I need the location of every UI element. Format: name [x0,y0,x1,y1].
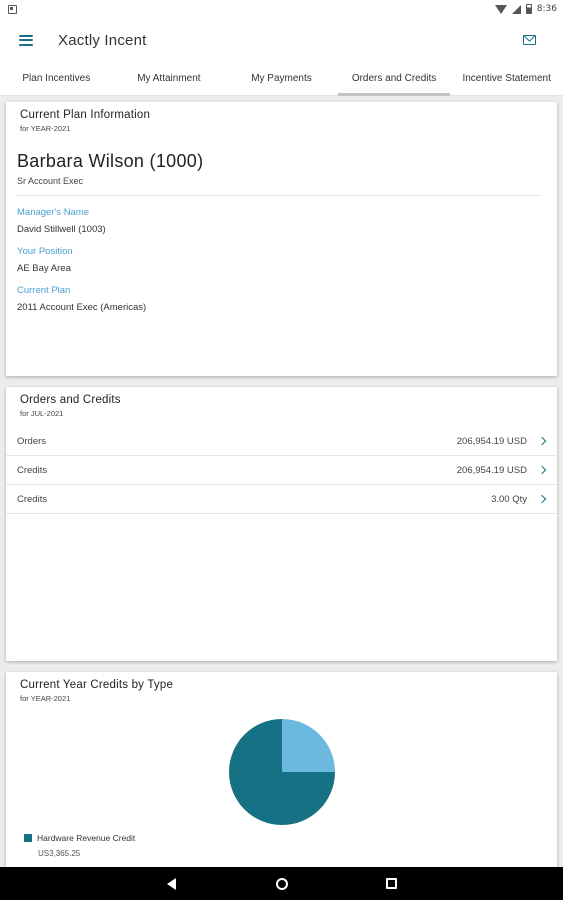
mail-button[interactable] [509,18,549,62]
chart-legend: Hardware Revenue Credit US3,365.25 [24,833,135,858]
list-item-credits-qty[interactable]: Credits 3.00 Qty [6,485,557,514]
tab-my-payments[interactable]: My Payments [225,62,338,95]
orders-list: Orders 206,954.19 USD Credits 206,954.19… [6,427,557,514]
row-label: Orders [17,435,47,447]
list-item-orders[interactable]: Orders 206,954.19 USD [6,427,557,456]
tab-my-attainment[interactable]: My Attainment [113,62,226,95]
system-nav-bar [0,867,563,900]
row-value: 3.00 Qty [491,493,527,505]
credits-by-type-card: Current Year Credits by Type for YEAR-20… [6,672,557,868]
mail-icon [522,35,536,45]
legend-value: US3,365.25 [38,849,81,858]
signal-icon [511,4,521,14]
legend-label: Hardware Revenue Credit [37,833,136,843]
tab-plan-incentives[interactable]: Plan Incentives [0,62,113,95]
chevron-right-icon [537,494,547,504]
orders-credits-card: Orders and Credits for JUL-2021 Orders 2… [6,387,557,661]
employee-name: Barbara Wilson (1000) [17,151,204,171]
divider [17,195,541,196]
plan-info-card: Current Plan Information for YEAR-2021 B… [6,102,557,376]
tab-bar: Plan Incentives My Attainment My Payment… [0,62,563,96]
legend-item: Hardware Revenue Credit [24,833,135,843]
menu-button[interactable] [6,18,46,62]
status-indicators: 8:36 [494,4,557,14]
recents-icon [386,878,397,889]
manager-label: Manager's Name [17,207,90,218]
card-title: Current Plan Information [20,109,151,121]
legend-swatch [24,834,32,842]
card-title: Current Year Credits by Type [20,679,174,691]
card-subtitle: for YEAR-2021 [20,694,71,703]
row-value: 206,954.19 USD [456,435,527,447]
back-button[interactable] [162,874,182,894]
recents-button[interactable] [382,874,402,894]
chevron-right-icon [537,465,547,475]
hamburger-menu-icon [19,34,33,46]
row-label: Credits [17,464,48,476]
card-subtitle: for JUL-2021 [20,409,64,418]
status-bar: 8:36 [0,0,563,18]
chevron-right-icon [537,436,547,446]
wifi-icon [494,4,507,14]
battery-icon [525,4,532,14]
tab-orders-and-credits[interactable]: Orders and Credits [337,62,451,96]
pie-chart[interactable] [227,717,337,827]
employee-title: Sr Account Exec [17,176,84,186]
app-title: Xactly Incent [58,31,147,49]
back-icon [167,877,176,890]
plan-label: Current Plan [17,285,71,296]
row-label: Credits [17,493,48,505]
manager-value: David Stillwell (1003) [17,224,106,235]
row-value: 206,954.19 USD [456,464,527,476]
plan-value: 2011 Account Exec (Americas) [17,302,147,313]
pie-slice-1[interactable] [282,719,335,772]
home-icon [275,877,288,890]
card-subtitle: for YEAR-2021 [20,124,71,133]
list-item-credits-usd[interactable]: Credits 206,954.19 USD [6,456,557,485]
tab-incentive-statement[interactable]: Incentive Statement [450,62,563,95]
notification-icon [8,4,17,14]
position-label: Your Position [17,246,73,257]
pie-chart-svg [229,719,335,825]
card-title: Orders and Credits [20,394,121,406]
home-button[interactable] [272,874,292,894]
position-value: AE Bay Area [17,263,71,274]
status-time: 8:36 [536,4,557,14]
app-bar: Xactly Incent [0,18,563,62]
